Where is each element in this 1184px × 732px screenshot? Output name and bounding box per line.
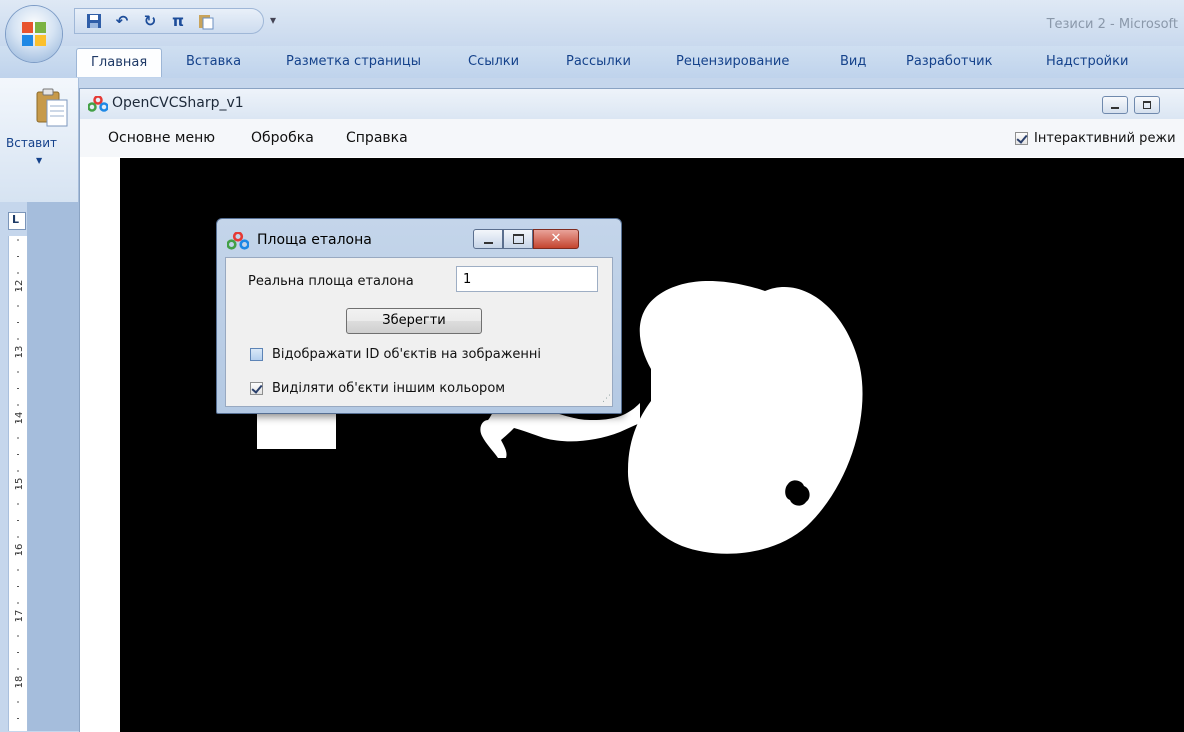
ribbon-tabs: Главная Вставка Разметка страницы Ссылки… [0, 46, 1184, 78]
document-gutter [27, 202, 79, 731]
tab-add-ins[interactable]: Надстройки [1046, 54, 1128, 69]
word-window-title: Тезиси 2 - Microsoft [1046, 17, 1178, 32]
word-title-bar: ↶ ↻ π ▾ Тезиси 2 - Microsoft [0, 0, 1184, 46]
ruler-number: 15 [14, 478, 25, 491]
tab-home[interactable]: Главная [76, 48, 163, 77]
dialog-client-area: Реальна площа еталона Зберегти Відобража… [225, 257, 613, 407]
tab-review[interactable]: Рецензирование [676, 54, 789, 69]
ribbon-clipboard-group: Вставит ▼ [0, 78, 79, 276]
undo-icon[interactable]: ↶ [113, 12, 131, 30]
tab-references[interactable]: Ссылки [468, 54, 519, 69]
interactive-mode-checkbox[interactable]: Інтерактивний режи [1015, 131, 1176, 146]
ruler-number: 16 [14, 544, 25, 557]
tab-insert[interactable]: Вставка [186, 54, 241, 69]
office-logo-icon [22, 22, 46, 46]
interactive-mode-label: Інтерактивний режи [1034, 131, 1176, 146]
paste-dropdown-icon[interactable]: ▼ [36, 156, 42, 165]
close-icon: ✕ [550, 231, 562, 246]
highlight-objects-check-icon[interactable] [250, 382, 263, 395]
tab-view[interactable]: Вид [840, 54, 866, 69]
quick-access-toolbar: ↶ ↻ π [74, 8, 264, 34]
minimize-button[interactable] [1102, 96, 1128, 114]
dialog-close-button[interactable]: ✕ [533, 229, 579, 249]
redo-icon[interactable]: ↻ [141, 12, 159, 30]
menu-help[interactable]: Справка [346, 130, 408, 146]
pi-icon[interactable]: π [169, 12, 187, 30]
opencv-title-bar: OpenCVCSharp_v1 [80, 89, 1184, 119]
ruler-number: 12 [14, 280, 25, 293]
ruler-number: 13 [14, 346, 25, 359]
ruler-ticks: 12 13 14 15 16 17 18 [14, 239, 25, 719]
dialog-title: Площа еталона [257, 232, 372, 248]
highlight-objects-label: Виділяти об'єкти іншим кольором [272, 381, 506, 396]
tab-selector[interactable]: L [8, 212, 26, 230]
ruler-number: 18 [14, 676, 25, 689]
menu-main[interactable]: Основне меню [108, 130, 215, 146]
tab-developer[interactable]: Разработчик [906, 54, 992, 69]
ruler-number: 14 [14, 412, 25, 425]
clipboard-paste-icon[interactable] [35, 88, 69, 128]
maximize-button[interactable] [1134, 96, 1160, 114]
opencv-menu-bar: Основне меню Обробка Справка Інтерактивн… [80, 119, 1184, 157]
quick-access-customize-icon[interactable]: ▾ [270, 13, 276, 27]
dialog-minimize-button[interactable] [473, 229, 503, 249]
highlight-objects-checkbox[interactable]: Виділяти об'єкти іншим кольором [250, 381, 505, 396]
interactive-mode-check-icon[interactable] [1015, 132, 1028, 145]
tab-page-layout[interactable]: Разметка страницы [286, 54, 421, 69]
office-button[interactable] [6, 6, 62, 62]
reference-area-dialog: Площа еталона ✕ Реальна площа еталона Зб… [216, 218, 622, 414]
menu-processing[interactable]: Обробка [251, 130, 314, 146]
ruler-number: 17 [14, 610, 25, 623]
opencv-logo-icon [227, 232, 249, 250]
show-ids-label: Відображати ID об'єктів на зображенні [272, 347, 542, 362]
show-ids-check-icon[interactable] [250, 348, 263, 361]
tab-mailings[interactable]: Рассылки [566, 54, 631, 69]
apple-object [627, 281, 863, 554]
save-button[interactable]: Зберегти [346, 308, 482, 334]
save-icon[interactable] [85, 12, 103, 30]
paste-icon[interactable] [197, 12, 215, 30]
resize-grip-icon[interactable]: ⋰ [602, 394, 611, 404]
show-ids-checkbox[interactable]: Відображати ID об'єктів на зображенні [250, 347, 541, 362]
real-area-input[interactable] [456, 266, 598, 292]
opencv-logo-icon [88, 96, 108, 112]
opencv-window-title: OpenCVCSharp_v1 [112, 95, 244, 111]
paste-button-label[interactable]: Вставит [6, 136, 57, 150]
vertical-ruler[interactable]: 12 13 14 15 16 17 18 [8, 236, 28, 731]
tab-selector-glyph: L [12, 213, 20, 226]
real-area-label: Реальна площа еталона [248, 274, 414, 289]
dialog-maximize-button[interactable] [503, 229, 533, 249]
